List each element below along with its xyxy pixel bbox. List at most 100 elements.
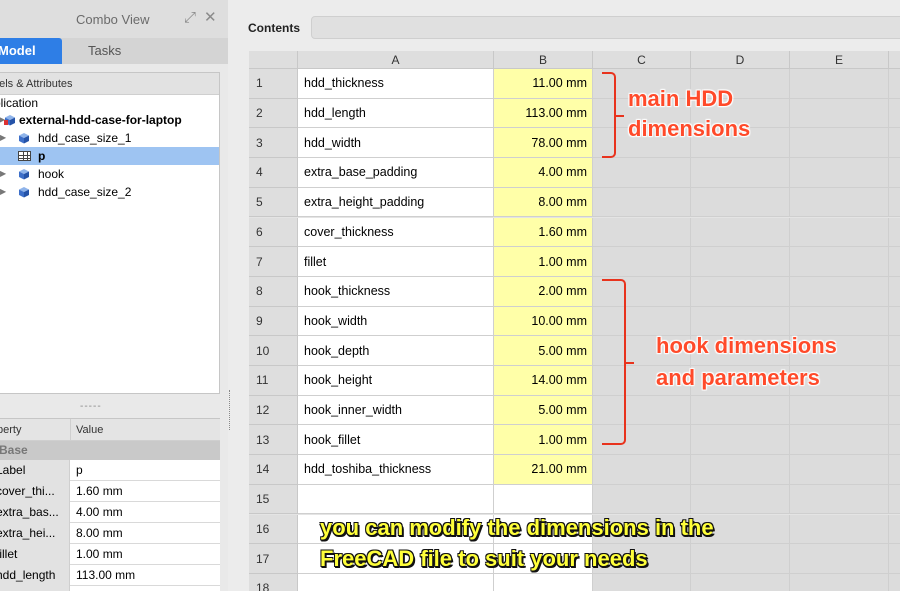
cell-empty[interactable] — [691, 276, 790, 307]
cell-empty[interactable] — [889, 69, 900, 99]
property-value[interactable]: 8.00 mm — [76, 523, 123, 543]
row-header[interactable]: 13 — [249, 425, 298, 456]
row-header[interactable]: 18 — [249, 573, 298, 591]
cell-empty[interactable] — [790, 69, 889, 99]
row-header[interactable]: 8 — [249, 276, 298, 307]
tab-model[interactable]: Model — [0, 38, 62, 64]
tree-item[interactable]: ▶ hook — [0, 165, 219, 183]
property-row[interactable]: Labelp — [0, 460, 220, 481]
cell-empty[interactable] — [889, 484, 900, 515]
cell-name[interactable]: fillet — [298, 247, 494, 277]
contents-input[interactable] — [311, 16, 900, 39]
row-header[interactable]: 1 — [249, 69, 298, 99]
row-header[interactable]: 5 — [249, 187, 298, 218]
row-header[interactable]: 9 — [249, 306, 298, 337]
cell-empty[interactable] — [790, 395, 889, 426]
cell-empty[interactable] — [691, 247, 790, 277]
cell-name[interactable]: hdd_width — [298, 128, 494, 159]
tree-item[interactable]: ▶ hdd_case_size_1 — [0, 129, 219, 147]
cell-empty[interactable] — [889, 158, 900, 188]
cell-empty[interactable] — [790, 158, 889, 188]
expand-arrow-icon[interactable]: ▶ — [0, 165, 6, 183]
cell-value[interactable] — [494, 484, 593, 515]
cell-name[interactable]: extra_height_padding — [298, 187, 494, 218]
property-value[interactable]: 11.00 mm — [76, 586, 128, 591]
column-header-b[interactable]: B — [494, 51, 593, 69]
panel-splitter[interactable]: ----- — [80, 401, 102, 412]
row-header[interactable]: 4 — [249, 158, 298, 188]
cell-empty[interactable] — [790, 425, 889, 456]
row-header[interactable]: 16 — [249, 514, 298, 545]
dock-splitter[interactable] — [229, 390, 231, 430]
cell-value[interactable]: 78.00 mm — [494, 128, 593, 159]
cell-value[interactable]: 1.00 mm — [494, 425, 593, 456]
cell-name[interactable]: hook_height — [298, 366, 494, 396]
row-header[interactable]: 6 — [249, 217, 298, 248]
cell-empty[interactable] — [889, 573, 900, 591]
row-header[interactable]: 17 — [249, 544, 298, 574]
cell-empty[interactable] — [593, 158, 691, 188]
property-value[interactable]: p — [76, 460, 83, 480]
cell-empty[interactable] — [790, 187, 889, 218]
cell-empty[interactable] — [889, 128, 900, 159]
cell-empty[interactable] — [889, 425, 900, 456]
tree-item[interactable]: ▶external-hdd-case-for-laptop — [0, 111, 219, 129]
cell-value[interactable]: 10.00 mm — [494, 306, 593, 337]
tree-item[interactable]: p — [0, 147, 219, 165]
cell-value[interactable] — [494, 573, 593, 591]
cell-empty[interactable] — [889, 187, 900, 218]
row-header[interactable]: 14 — [249, 455, 298, 485]
property-value[interactable]: 1.60 mm — [76, 481, 123, 501]
cell-empty[interactable] — [889, 247, 900, 277]
row-header[interactable]: 15 — [249, 484, 298, 515]
cell-name[interactable]: extra_base_padding — [298, 158, 494, 188]
cell-name[interactable]: hook_inner_width — [298, 395, 494, 426]
cell-empty[interactable] — [691, 158, 790, 188]
cell-empty[interactable] — [889, 306, 900, 337]
cell-empty[interactable] — [889, 217, 900, 248]
cell-name[interactable] — [298, 573, 494, 591]
property-row[interactable]: hdd_length 113.00 mm — [0, 565, 220, 586]
cell-value[interactable]: 8.00 mm — [494, 187, 593, 218]
cell-empty[interactable] — [790, 455, 889, 485]
property-row[interactable]: extra_bas... 4.00 mm — [0, 502, 220, 523]
cell-empty[interactable] — [691, 484, 790, 515]
cell-empty[interactable] — [790, 98, 889, 129]
cell-empty[interactable] — [593, 573, 691, 591]
cell-empty[interactable] — [889, 366, 900, 396]
cell-name[interactable]: hook_depth — [298, 336, 494, 366]
column-header-d[interactable]: D — [691, 51, 790, 69]
cell-name[interactable]: hdd_toshiba_thickness — [298, 455, 494, 485]
row-header[interactable]: 7 — [249, 247, 298, 277]
float-panel-icon[interactable]: ⤢ — [184, 10, 196, 26]
cell-value[interactable]: 5.00 mm — [494, 336, 593, 366]
row-header[interactable]: 12 — [249, 395, 298, 426]
property-row[interactable]: extra_hei... 8.00 mm — [0, 523, 220, 544]
cell-name[interactable]: hdd_thickness — [298, 69, 494, 99]
cell-value[interactable]: 1.00 mm — [494, 247, 593, 277]
row-header[interactable]: 2 — [249, 98, 298, 129]
cell-empty[interactable] — [691, 425, 790, 456]
row-header[interactable]: 10 — [249, 336, 298, 366]
property-value[interactable]: 4.00 mm — [76, 502, 123, 522]
property-value[interactable]: 1.00 mm — [76, 544, 123, 564]
cell-value[interactable]: 5.00 mm — [494, 395, 593, 426]
cell-empty[interactable] — [790, 484, 889, 515]
close-panel-icon[interactable]: ✕ — [204, 10, 217, 26]
cell-name[interactable]: cover_thickness — [298, 217, 494, 248]
cell-empty[interactable] — [889, 544, 900, 574]
property-value[interactable]: 113.00 mm — [76, 565, 135, 585]
cell-empty[interactable] — [790, 128, 889, 159]
cell-value[interactable]: 11.00 mm — [494, 69, 593, 99]
row-header[interactable]: 3 — [249, 128, 298, 159]
cell-empty[interactable] — [790, 276, 889, 307]
cell-value[interactable]: 21.00 mm — [494, 455, 593, 485]
expand-arrow-icon[interactable]: ▶ — [0, 183, 6, 201]
cell-empty[interactable] — [593, 484, 691, 515]
cell-name[interactable] — [298, 484, 494, 515]
cell-name[interactable]: hook_thickness — [298, 276, 494, 307]
cell-value[interactable]: 14.00 mm — [494, 366, 593, 396]
cell-name[interactable]: hook_fillet — [298, 425, 494, 456]
cell-empty[interactable] — [593, 217, 691, 248]
column-header-f[interactable] — [889, 51, 900, 69]
